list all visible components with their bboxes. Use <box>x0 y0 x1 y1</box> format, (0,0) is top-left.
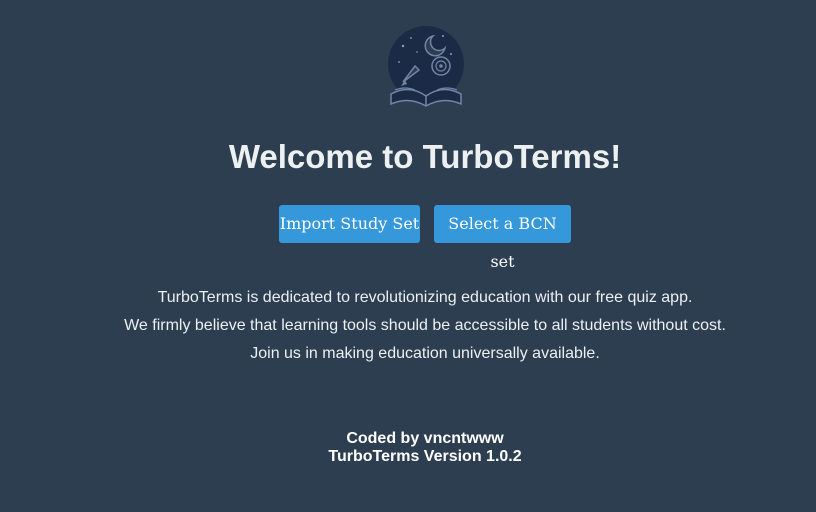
footer-version: TurboTerms Version 1.0.2 <box>328 448 522 465</box>
about-line-3: Join us in making education universally … <box>250 345 600 362</box>
footer-credit: Coded by vncntwww <box>346 430 504 447</box>
rocket-moon-book-icon <box>381 24 471 108</box>
import-study-set-button[interactable]: Import Study Set <box>279 205 420 243</box>
page-title: Welcome to TurboTerms! <box>228 138 622 175</box>
about-text: TurboTerms is dedicated to revolutionizi… <box>0 284 816 368</box>
about-line-2: We firmly believe that learning tools sh… <box>124 317 726 334</box>
about-line-1: TurboTerms is dedicated to revolutionizi… <box>157 289 693 306</box>
footer: Coded by vncntwww TurboTerms Version 1.0… <box>0 430 816 466</box>
select-bcn-set-button[interactable]: Select a BCN set <box>434 205 571 271</box>
